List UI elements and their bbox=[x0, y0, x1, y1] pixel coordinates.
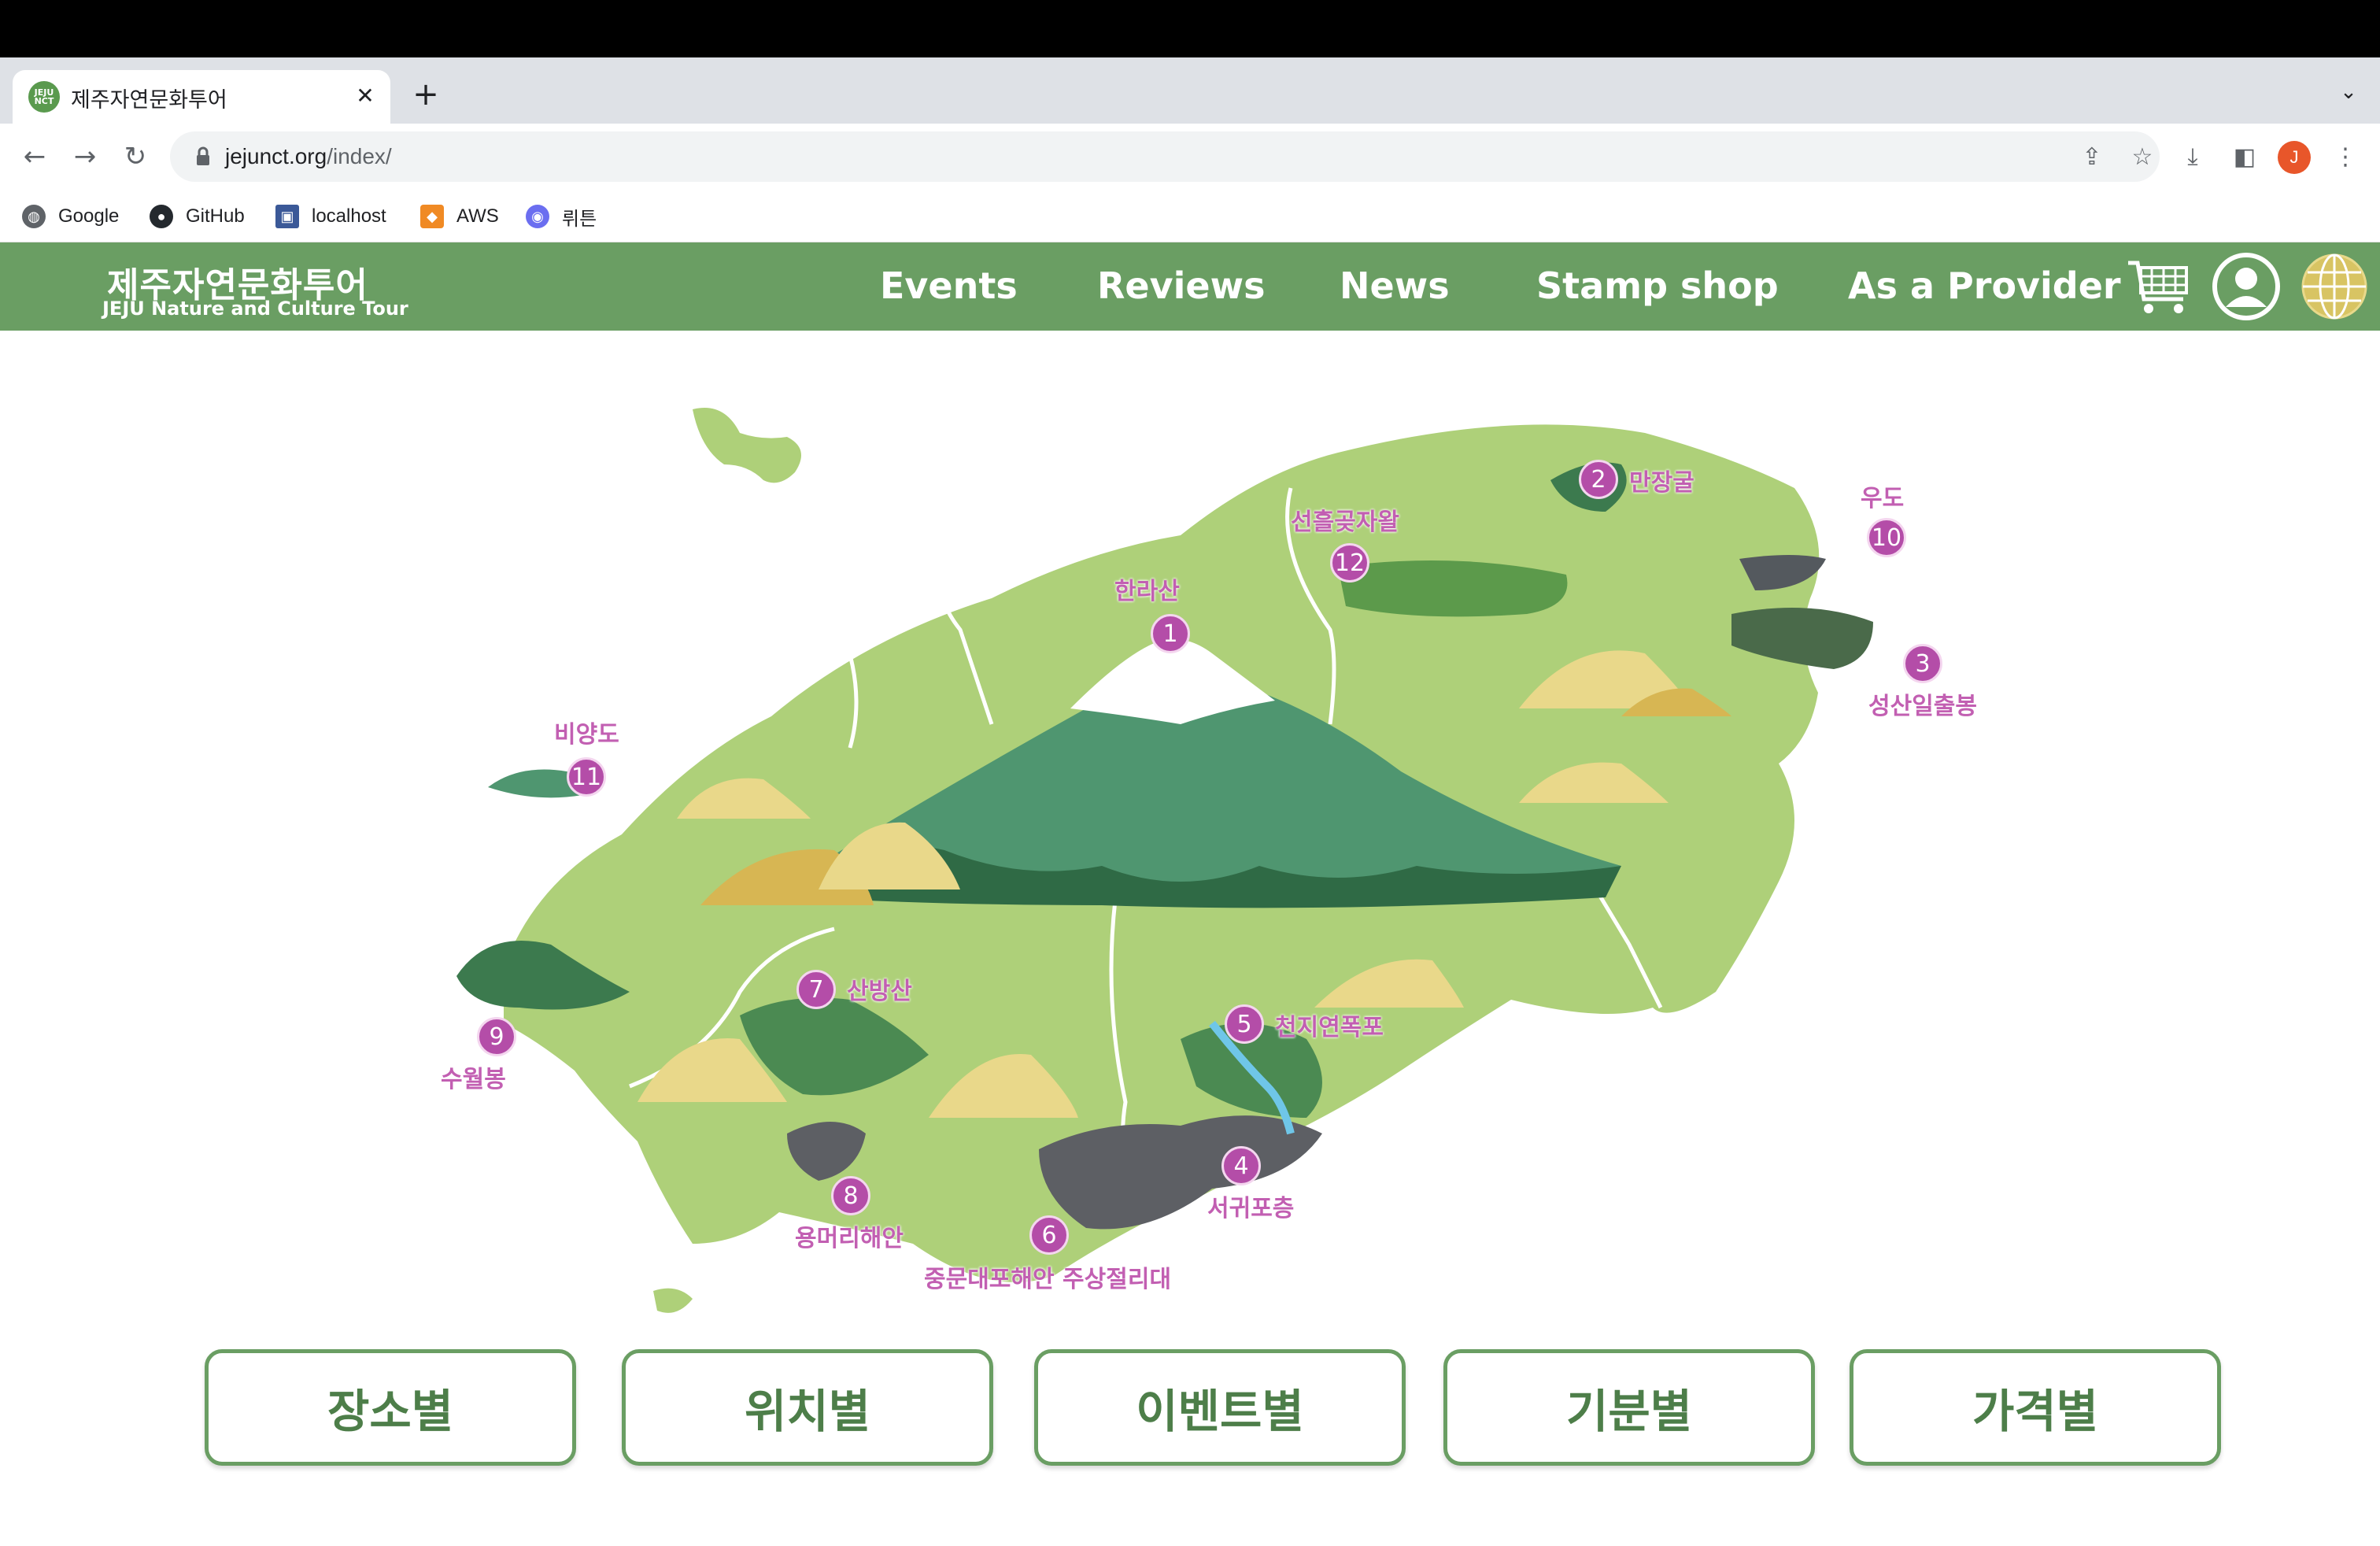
map-label-6[interactable]: 중문대포해안 주상절리대 bbox=[924, 1259, 1171, 1294]
address-bar[interactable]: jejunct.org/index/ ⇪ ☆ bbox=[170, 131, 2160, 182]
localhost-icon: ▣ bbox=[275, 205, 299, 228]
filter-by-event-button[interactable]: 이벤트별 bbox=[1034, 1349, 1406, 1466]
map-pin-9[interactable]: 9 bbox=[477, 1017, 516, 1056]
url-path: /index/ bbox=[327, 144, 392, 168]
new-tab-icon[interactable]: + bbox=[409, 76, 442, 113]
aws-icon: ◆ bbox=[420, 205, 444, 228]
map-label-2[interactable]: 만장굴 bbox=[1629, 463, 1694, 497]
map-label-3[interactable]: 성산일출봉 bbox=[1868, 686, 1977, 721]
map-pin-1[interactable]: 1 bbox=[1151, 614, 1190, 653]
bookmark-github[interactable]: ● GitHub bbox=[150, 201, 245, 232]
share-icon[interactable]: ⇪ bbox=[2076, 141, 2108, 172]
map-label-7[interactable]: 산방산 bbox=[847, 971, 912, 1006]
map-pin-2[interactable]: 2 bbox=[1579, 460, 1618, 499]
bookmark-star-icon[interactable]: ☆ bbox=[2127, 141, 2158, 172]
filter-by-place-button[interactable]: 장소별 bbox=[205, 1349, 576, 1466]
map-pin-11[interactable]: 11 bbox=[567, 757, 606, 797]
browser-menu-icon[interactable]: ⋮ bbox=[2328, 139, 2363, 174]
map-pin-3[interactable]: 3 bbox=[1903, 644, 1942, 683]
map-pin-10[interactable]: 10 bbox=[1867, 518, 1906, 557]
tab-title: 제주자연문화투어 bbox=[71, 88, 227, 113]
nav-stamp-shop[interactable]: Stamp shop bbox=[1536, 264, 1779, 307]
jeju-island-illustration bbox=[456, 408, 1873, 1313]
filter-by-price-button[interactable]: 가격별 bbox=[1850, 1349, 2221, 1466]
map-pin-12[interactable]: 12 bbox=[1330, 543, 1369, 583]
map-label-9[interactable]: 수월봉 bbox=[441, 1060, 506, 1094]
jeju-map: 1 한라산 2 만장굴 3 성산일출봉 4 서귀포층 5 천지연폭포 6 중문대… bbox=[394, 394, 2015, 1330]
bookmark-label: 뤼튼 bbox=[562, 208, 597, 230]
back-icon[interactable]: ← bbox=[17, 139, 52, 174]
lock-icon bbox=[197, 146, 209, 165]
close-tab-icon[interactable]: ✕ bbox=[349, 80, 381, 111]
nav-events[interactable]: Events bbox=[880, 264, 1018, 307]
url-host: jejunct.org bbox=[225, 144, 327, 168]
browser-tab[interactable]: JEJU NCT 제주자연문화투어 ✕ bbox=[13, 70, 390, 124]
account-icon[interactable] bbox=[2210, 250, 2282, 323]
map-pin-4[interactable]: 4 bbox=[1221, 1146, 1261, 1185]
bookmark-wrtn[interactable]: ◉ 뤼튼 bbox=[526, 201, 597, 232]
language-globe-icon[interactable] bbox=[2298, 250, 2371, 323]
filter-by-mood-button[interactable]: 기분별 bbox=[1443, 1349, 1815, 1466]
site-favicon-icon: JEJU NCT bbox=[28, 81, 60, 113]
wrtn-icon: ◉ bbox=[526, 205, 549, 228]
map-label-10[interactable]: 우도 bbox=[1861, 479, 1904, 513]
profile-avatar[interactable]: J bbox=[2278, 141, 2311, 174]
bookmark-label: localhost bbox=[312, 205, 386, 227]
browser-toolbar: ← → ↻ jejunct.org/index/ ⇪ ☆ ⤓ ◧ J ⋮ bbox=[0, 124, 2380, 190]
map-label-11[interactable]: 비양도 bbox=[554, 715, 619, 749]
map-pin-7[interactable]: 7 bbox=[796, 970, 836, 1009]
map-label-8[interactable]: 용머리해안 bbox=[795, 1219, 904, 1253]
globe-icon: ◍ bbox=[22, 205, 46, 228]
bookmark-google[interactable]: ◍ Google bbox=[22, 201, 119, 232]
side-panel-icon[interactable]: ◧ bbox=[2227, 139, 2262, 174]
reload-icon[interactable]: ↻ bbox=[118, 139, 153, 174]
map-pin-5[interactable]: 5 bbox=[1225, 1004, 1264, 1044]
bookmark-aws[interactable]: ◆ AWS bbox=[420, 201, 499, 232]
nav-news[interactable]: News bbox=[1340, 264, 1450, 307]
map-pin-8[interactable]: 8 bbox=[831, 1176, 870, 1215]
tab-strip: JEJU NCT 제주자연문화투어 ✕ + ⌄ bbox=[0, 57, 2380, 124]
bookmark-localhost[interactable]: ▣ localhost bbox=[275, 201, 386, 232]
cart-icon[interactable] bbox=[2123, 250, 2196, 323]
map-label-1[interactable]: 한라산 bbox=[1114, 571, 1180, 606]
github-icon: ● bbox=[150, 205, 173, 228]
forward-icon[interactable]: → bbox=[68, 139, 102, 174]
nav-as-a-provider[interactable]: As a Provider bbox=[1848, 264, 2121, 307]
bookmark-label: AWS bbox=[456, 205, 499, 227]
tab-search-chevron-icon[interactable]: ⌄ bbox=[2333, 76, 2364, 108]
map-label-4[interactable]: 서귀포층 bbox=[1207, 1189, 1294, 1223]
nav-reviews[interactable]: Reviews bbox=[1097, 264, 1265, 307]
os-top-bar bbox=[0, 0, 2380, 57]
download-icon[interactable]: ⤓ bbox=[2175, 139, 2210, 174]
site-header: 제주자연문화투어 JEJU Nature and Culture Tour Ev… bbox=[0, 242, 2380, 331]
url-text: jejunct.org/index/ bbox=[225, 144, 392, 169]
bookmark-label: GitHub bbox=[186, 205, 245, 227]
filter-by-location-button[interactable]: 위치별 bbox=[622, 1349, 993, 1466]
map-label-12[interactable]: 선흘곶자왈 bbox=[1291, 502, 1399, 537]
map-pin-6[interactable]: 6 bbox=[1029, 1215, 1069, 1255]
site-logo-english[interactable]: JEJU Nature and Culture Tour bbox=[102, 298, 408, 320]
map-label-5[interactable]: 천지연폭포 bbox=[1275, 1008, 1384, 1042]
bookmark-label: Google bbox=[58, 205, 120, 227]
bookmarks-bar: ◍ Google ● GitHub ▣ localhost ◆ AWS ◉ 뤼튼 bbox=[0, 190, 2380, 242]
